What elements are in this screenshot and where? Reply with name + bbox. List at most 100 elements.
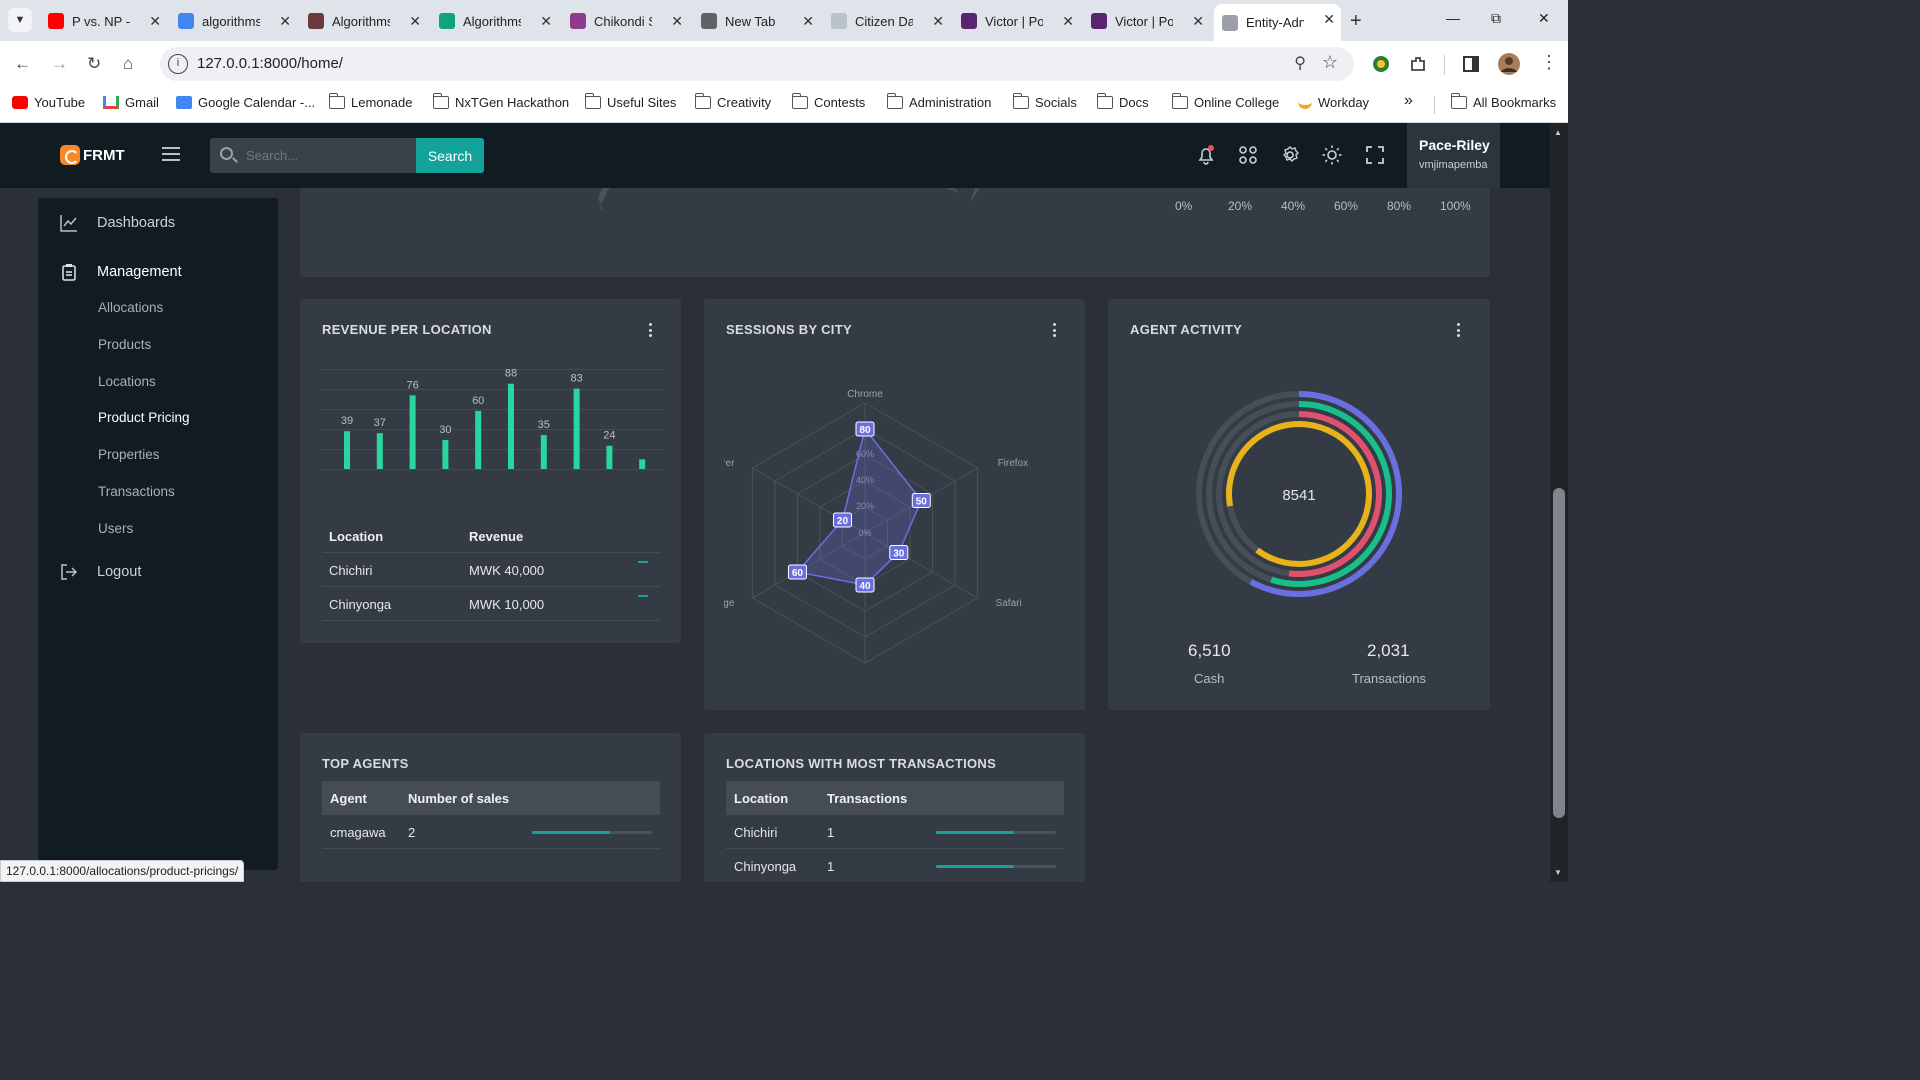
bar-value-label: 39 xyxy=(341,415,353,427)
browser-tab[interactable]: P vs. NP - ✕ xyxy=(40,6,167,36)
close-window-icon[interactable]: ✕ xyxy=(1538,10,1550,27)
bookmark-label: Administration xyxy=(909,95,992,110)
radar-axis-label: Explorer xyxy=(724,458,735,469)
sidebar-item-logout[interactable]: Logout xyxy=(60,563,141,581)
close-tab-icon[interactable]: ✕ xyxy=(149,13,161,30)
sidebar-item-management[interactable]: Management xyxy=(60,263,182,281)
browser-tab[interactable]: algorithms ✕ xyxy=(170,6,297,36)
bar xyxy=(475,410,482,469)
sidebar-item-products[interactable]: Products xyxy=(98,337,151,352)
bookmark-item[interactable]: Workday xyxy=(1298,95,1369,110)
bookmark-item[interactable]: Gmail xyxy=(103,95,159,110)
close-tab-icon[interactable]: ✕ xyxy=(802,13,814,30)
bookmark-item[interactable]: Docs xyxy=(1096,93,1149,110)
settings-gear-icon[interactable] xyxy=(1280,145,1300,165)
close-tab-icon[interactable]: ✕ xyxy=(1062,13,1074,30)
new-tab-button[interactable]: + xyxy=(1350,10,1362,33)
bookmark-item[interactable]: Administration xyxy=(886,93,992,110)
browser-tab[interactable]: New Tab ✕ xyxy=(693,6,820,36)
sidebar-item-allocations[interactable]: Allocations xyxy=(98,300,163,315)
revenue-more-icon[interactable] xyxy=(649,323,653,337)
radar-value-label: 20 xyxy=(837,516,849,527)
globe-icon xyxy=(1222,14,1238,31)
sidebar-item-users[interactable]: Users xyxy=(98,521,133,536)
profile-avatar-icon[interactable] xyxy=(1498,53,1520,75)
user-menu[interactable]: Pace-Riley vmjimapemba xyxy=(1407,123,1500,188)
restore-icon[interactable]: ⧉ xyxy=(1491,10,1501,27)
agent-activity-radial-chart: 8541 xyxy=(1196,391,1402,597)
all-bookmarks-button[interactable]: All Bookmarks xyxy=(1450,93,1557,110)
sidebar-item-transactions[interactable]: Transactions xyxy=(98,484,175,499)
fullscreen-icon[interactable] xyxy=(1365,145,1385,165)
revenue-table: Location Revenue Chichiri MWK 40,000 Chi… xyxy=(322,519,660,621)
bookmark-item[interactable]: Useful Sites xyxy=(584,93,676,110)
scroll-up-icon[interactable]: ▲ xyxy=(1554,128,1562,137)
search-input[interactable] xyxy=(246,138,416,173)
bar-value-label: 76 xyxy=(406,379,418,391)
more-bookmarks-icon[interactable]: » xyxy=(1404,92,1413,110)
bookmark-item[interactable]: Contests xyxy=(791,93,865,110)
sidebar-item-dashboards[interactable]: Dashboards xyxy=(60,214,175,232)
bookmark-item[interactable]: Socials xyxy=(1012,93,1077,110)
tab-search-icon[interactable]: ▼ xyxy=(8,8,32,32)
forward-icon[interactable]: → xyxy=(51,54,68,74)
bookmark-star-icon[interactable]: ☆ xyxy=(1322,52,1338,73)
extensions-icon[interactable] xyxy=(1408,54,1428,74)
bookmark-item[interactable]: YouTube xyxy=(12,95,85,110)
bookmark-item[interactable]: Google Calendar -... xyxy=(176,95,315,110)
top-agents-table: Agent Number of sales cmagawa 2 xyxy=(322,781,660,849)
zoom-icon[interactable]: ⚲ xyxy=(1294,53,1306,73)
close-tab-icon[interactable]: ✕ xyxy=(1192,13,1204,30)
radar-value-label: 40 xyxy=(859,581,871,592)
browser-tab[interactable]: Citizen Da ✕ xyxy=(823,6,950,36)
browser-tab[interactable]: Victor | Po ✕ xyxy=(953,6,1080,36)
youtube-icon xyxy=(48,13,64,29)
menu-toggle-icon[interactable] xyxy=(162,147,180,161)
app-logo[interactable]: FRMT xyxy=(60,145,125,165)
search-button[interactable]: Search xyxy=(416,138,484,173)
reload-icon[interactable]: ↻ xyxy=(87,54,101,74)
search-icon xyxy=(220,147,233,160)
side-panel-icon[interactable] xyxy=(1461,54,1481,74)
pdf-icon xyxy=(308,13,324,29)
bar xyxy=(573,388,580,469)
browser-tab[interactable]: Victor | Po ✕ xyxy=(1083,6,1210,36)
bookmark-item[interactable]: NxTGen Hackathon xyxy=(432,93,569,110)
browser-tab[interactable]: Algorithms ✕ xyxy=(431,6,558,36)
tab-title: Chikondi S xyxy=(594,13,652,29)
table-row: Chinyonga 1 xyxy=(726,849,1064,882)
url-field[interactable]: i 127.0.0.1:8000/home/ ⚲ ☆ xyxy=(160,47,1354,81)
browser-tab[interactable]: Chikondi S ✕ xyxy=(562,6,689,36)
close-tab-icon[interactable]: ✕ xyxy=(671,13,683,30)
main-content: 0% 20% 40% 60% 80% 100% REVENUE PER LOCATION … xyxy=(288,188,1550,882)
sessions-more-icon[interactable] xyxy=(1053,323,1057,337)
all-bookmarks-label: All Bookmarks xyxy=(1473,95,1557,110)
agent-activity-more-icon[interactable] xyxy=(1457,323,1461,337)
browser-menu-icon[interactable]: ⋮ xyxy=(1540,52,1558,73)
close-tab-icon[interactable]: ✕ xyxy=(409,13,421,30)
site-info-icon[interactable]: i xyxy=(168,54,188,74)
extension-globe-icon[interactable] xyxy=(1371,54,1391,74)
notification-bell-icon[interactable] xyxy=(1196,145,1216,165)
close-tab-icon[interactable]: ✕ xyxy=(540,13,552,30)
back-icon[interactable]: ← xyxy=(14,54,31,74)
close-tab-icon[interactable]: ✕ xyxy=(279,13,291,30)
sidebar-item-locations[interactable]: Locations xyxy=(98,374,156,389)
close-tab-icon[interactable]: ✕ xyxy=(932,13,944,30)
browser-tab[interactable]: Entity-Adn ✕ xyxy=(1214,4,1341,41)
bookmark-item[interactable]: Lemonade xyxy=(328,93,412,110)
bookmark-item[interactable]: Online College xyxy=(1171,93,1279,110)
browser-tab[interactable]: Algorithms ✕ xyxy=(300,6,427,36)
sidebar-item-product-pricing[interactable]: Product Pricing xyxy=(98,410,190,425)
bookmark-item[interactable]: Creativity xyxy=(694,93,771,110)
scrollbar-thumb[interactable] xyxy=(1553,488,1565,818)
apps-grid-icon[interactable] xyxy=(1238,145,1258,165)
close-tab-icon[interactable]: ✕ xyxy=(1323,11,1335,28)
bar-value-label: 30 xyxy=(439,424,451,436)
home-icon[interactable]: ⌂ xyxy=(123,54,133,74)
theme-sun-icon[interactable] xyxy=(1322,145,1342,165)
sidebar-item-properties[interactable]: Properties xyxy=(98,447,160,462)
scroll-down-icon[interactable]: ▼ xyxy=(1554,868,1562,877)
minimize-icon[interactable]: — xyxy=(1446,10,1460,26)
tab-title: Algorithms xyxy=(332,13,390,29)
